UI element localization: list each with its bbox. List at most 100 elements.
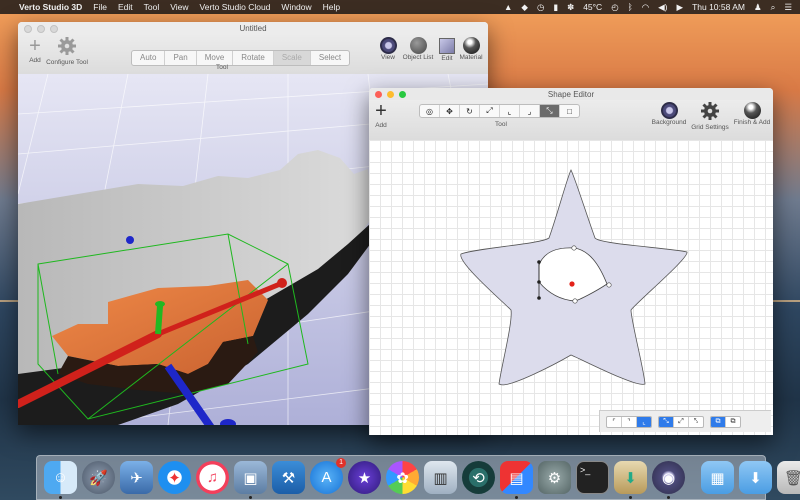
mode-move[interactable]: Move xyxy=(197,51,234,65)
time-machine-icon[interactable]: ⟲ xyxy=(462,461,495,494)
finish-add-button[interactable]: Finish & Add xyxy=(732,100,772,126)
mode-select[interactable]: Select xyxy=(311,51,349,65)
bluetooth-icon[interactable]: ᛒ xyxy=(628,2,633,12)
grid-settings-button[interactable]: Grid Settings xyxy=(690,100,730,131)
wifi-icon[interactable]: ◠ xyxy=(642,2,649,13)
menu-verto-cloud[interactable]: Verto Studio Cloud xyxy=(200,2,271,12)
menu-edit[interactable]: Edit xyxy=(118,2,133,12)
shape-editor-minimize-button[interactable] xyxy=(387,91,394,98)
view-button[interactable]: View xyxy=(376,35,400,61)
photos-icon[interactable]: ✿ xyxy=(386,461,419,494)
copy-mode-1-icon[interactable]: ⧉ xyxy=(711,416,726,427)
close-button[interactable] xyxy=(24,25,32,33)
app-store-icon[interactable]: A1 xyxy=(310,458,346,494)
mode-rotate[interactable]: Rotate xyxy=(233,51,274,65)
material-button[interactable]: Material xyxy=(458,35,484,61)
edit-button[interactable]: Edit xyxy=(437,35,457,62)
menu-help[interactable]: Help xyxy=(323,2,340,12)
menu-app-name[interactable]: Verto Studio 3D xyxy=(19,2,82,12)
mode-auto[interactable]: Auto xyxy=(132,51,166,65)
plus-icon: + xyxy=(29,35,41,57)
finder-icon[interactable]: ☺ xyxy=(44,461,77,499)
rect-mode-1-icon[interactable]: ⌜ xyxy=(607,416,622,427)
rotate-tool-icon[interactable]: ↻ xyxy=(460,105,480,117)
rect-tool-icon[interactable]: □ xyxy=(560,105,579,117)
control-point[interactable] xyxy=(606,282,612,288)
shape-canvas[interactable] xyxy=(369,140,773,435)
finish-sphere-icon xyxy=(743,102,761,119)
parallels-icon[interactable]: ▤ xyxy=(500,461,533,499)
control-point[interactable] xyxy=(537,296,541,300)
flag-icon[interactable]: ▶ xyxy=(677,2,684,13)
xcode-icon[interactable]: ⚒ xyxy=(272,461,305,494)
main-window-titlebar[interactable]: Untitled xyxy=(18,22,488,34)
zoom-button[interactable] xyxy=(50,25,58,33)
imovie-icon[interactable]: ★ xyxy=(348,461,381,494)
control-point[interactable] xyxy=(537,280,541,284)
control-point[interactable] xyxy=(537,260,541,264)
shape-editor-zoom-button[interactable] xyxy=(399,91,406,98)
add-button[interactable]: + Add xyxy=(24,35,46,64)
trash-status-icon[interactable]: ▮ xyxy=(553,2,558,13)
volume-icon[interactable]: ◀) xyxy=(658,2,667,13)
safari-icon[interactable]: ✦ xyxy=(158,461,191,494)
shape-add-label: Add xyxy=(375,122,387,129)
menu-file[interactable]: File xyxy=(93,2,107,12)
select-tool-icon[interactable]: ◎ xyxy=(420,105,440,117)
applications-folder-icon[interactable]: ▦ xyxy=(701,461,734,494)
shape-editor-close-button[interactable] xyxy=(375,91,382,98)
clock-text[interactable]: Thu 10:58 AM xyxy=(692,2,745,12)
notification-icon[interactable]: ☰ xyxy=(784,2,792,13)
background-button[interactable]: Background xyxy=(651,100,687,126)
scale-tool-icon[interactable]: ⤢ xyxy=(480,105,500,117)
main-toolbar: + Add Configure Tool Auto Pan Move Rotat… xyxy=(18,34,488,75)
rect-mode-2-icon[interactable]: ⌝ xyxy=(622,416,637,427)
terminal-icon[interactable]: >_ xyxy=(576,461,609,494)
temperature-text[interactable]: 45°C xyxy=(583,2,602,12)
curve-mode-1-icon[interactable]: ⤡ xyxy=(659,416,674,427)
tool-mode-segment: Auto Pan Move Rotate Scale Select xyxy=(131,50,351,66)
downloads-folder-icon[interactable]: ⬇ xyxy=(739,461,772,494)
dropbox-icon[interactable]: ◆ xyxy=(521,2,528,13)
copy-mode-2-icon[interactable]: ⧉ xyxy=(726,417,740,427)
menu-bar: Verto Studio 3D File Edit Tool View Vert… xyxy=(0,0,800,14)
timemachine-icon[interactable]: ◴ xyxy=(611,2,618,13)
itunes-icon[interactable]: ♫ xyxy=(196,461,229,494)
curve-mode-2-icon[interactable]: ⤢ xyxy=(674,416,689,427)
menu-tool[interactable]: Tool xyxy=(144,2,160,12)
control-point[interactable] xyxy=(571,245,577,251)
minimize-button[interactable] xyxy=(37,25,45,33)
add-curve-point-tool-icon[interactable]: ⌟ xyxy=(520,105,540,117)
menu-window[interactable]: Window xyxy=(281,2,311,12)
drive-icon[interactable]: ▲ xyxy=(504,2,512,12)
user-icon[interactable]: ♟ xyxy=(754,2,762,13)
rect-mode-3-icon[interactable]: ⌞ xyxy=(637,416,651,427)
shape-editor-titlebar[interactable]: Shape Editor xyxy=(369,88,773,100)
mode-scale[interactable]: Scale xyxy=(273,51,311,65)
launchpad-icon[interactable]: 🚀 xyxy=(82,461,115,494)
configure-tool-button[interactable]: Configure Tool xyxy=(45,35,89,66)
image-viewer-icon[interactable]: ▥ xyxy=(424,461,457,494)
shape-add-button[interactable]: + Add xyxy=(371,100,391,129)
preview-icon[interactable]: ✈ xyxy=(120,461,153,494)
control-point[interactable] xyxy=(572,298,578,304)
trash-icon[interactable]: 🗑 xyxy=(777,461,800,494)
add-point-tool-icon[interactable]: ⌞ xyxy=(500,105,520,117)
verto-studio-icon[interactable]: ◉ xyxy=(652,461,685,499)
star-shape-drawing xyxy=(460,169,688,386)
spotlight-icon[interactable]: ⌕ xyxy=(771,2,776,13)
window-title: Untitled xyxy=(239,23,267,33)
timer-icon[interactable]: ◷ xyxy=(537,2,544,13)
installer-icon[interactable]: ⬇ xyxy=(614,461,647,499)
shape-center-point[interactable] xyxy=(569,281,575,287)
menu-view[interactable]: View xyxy=(170,2,188,12)
shape-tool-segment: ◎ ✥ ↻ ⤢ ⌞ ⌟ ⤡ □ xyxy=(419,104,580,118)
curve-tool-icon[interactable]: ⤡ xyxy=(540,105,560,117)
object-list-button[interactable]: Object List xyxy=(400,35,436,61)
photo-browser-icon[interactable]: ▣ xyxy=(234,461,267,499)
curve-mode-3-icon[interactable]: ⤣ xyxy=(689,417,703,427)
move-tool-icon[interactable]: ✥ xyxy=(440,105,460,117)
activity-icon[interactable]: ✽ xyxy=(567,2,574,13)
mode-pan[interactable]: Pan xyxy=(165,51,197,65)
system-preferences-icon[interactable]: ⚙ xyxy=(538,461,571,494)
